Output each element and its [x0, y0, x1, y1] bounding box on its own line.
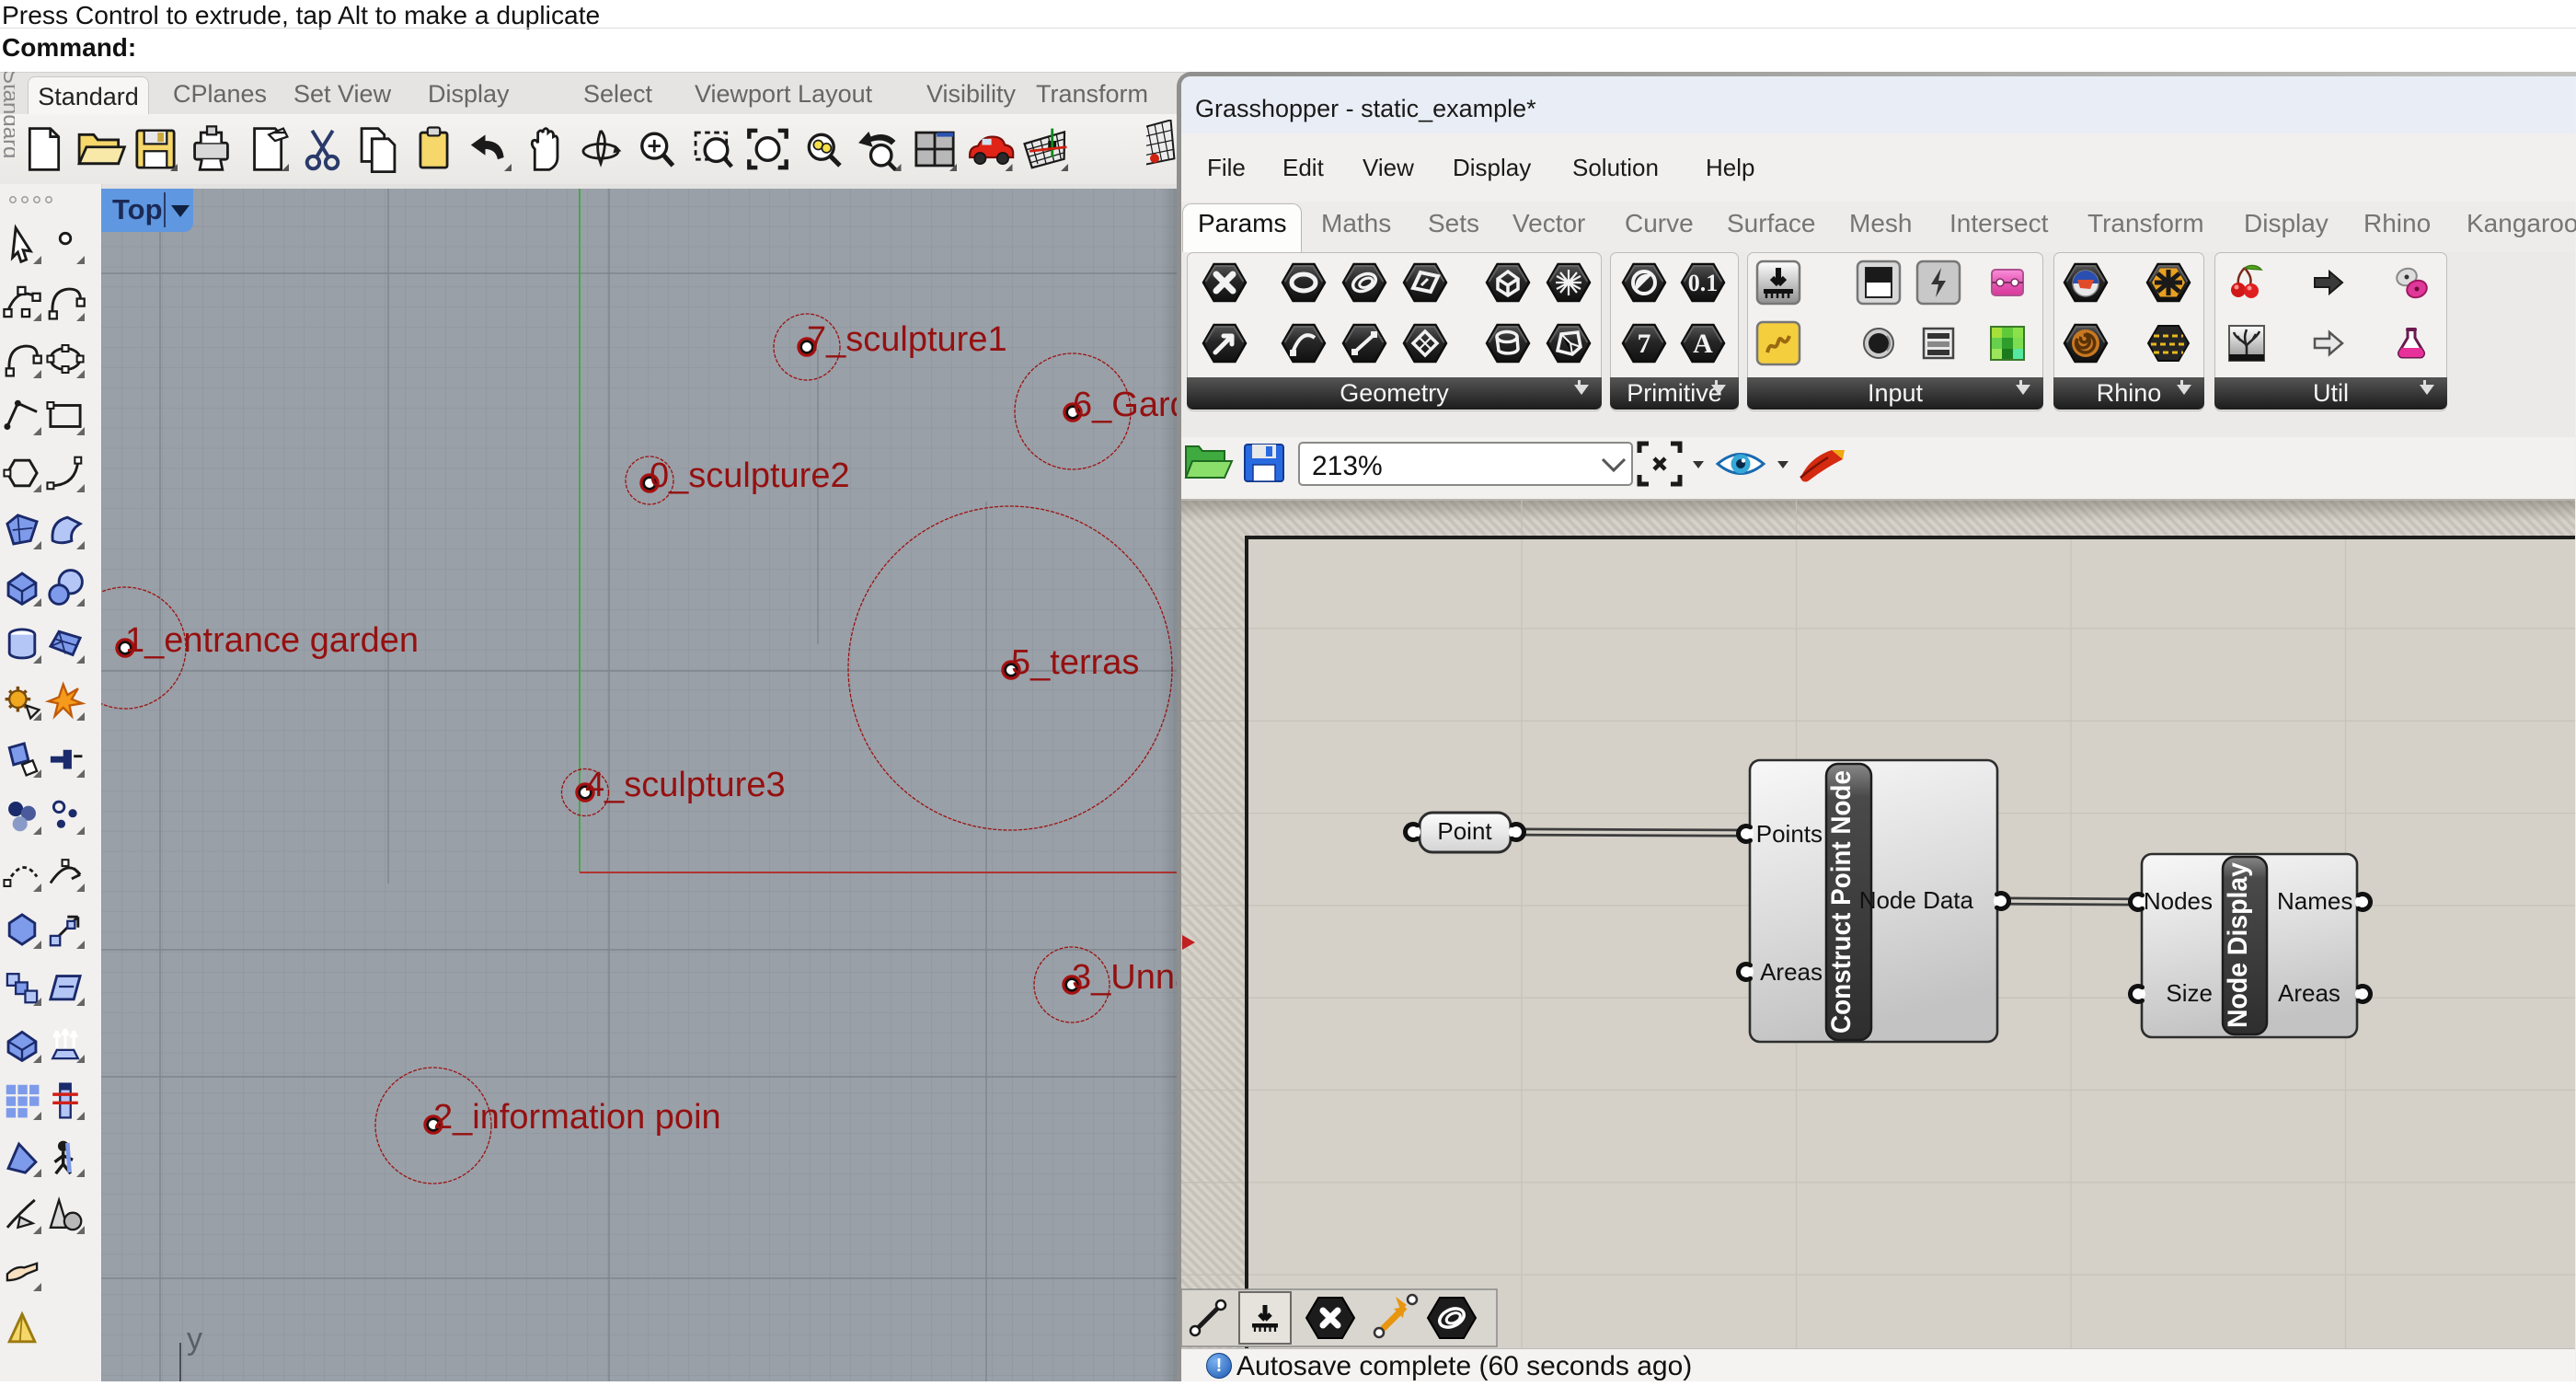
svg-text:1_entrance garden: 1_entrance garden: [125, 621, 419, 660]
svg-text:Nodes: Nodes: [2144, 887, 2213, 915]
svg-text:y: y: [187, 1322, 202, 1357]
svg-text:Names: Names: [2277, 887, 2352, 915]
svg-text:Construct Point Node: Construct Point Node: [1826, 770, 1857, 1034]
svg-text:5_terras: 5_terras: [1011, 643, 1139, 682]
svg-text:0_sculpture2: 0_sculpture2: [650, 456, 850, 495]
svg-text:Node Display: Node Display: [2223, 862, 2253, 1028]
svg-text:0.1: 0.1: [1688, 270, 1719, 296]
svg-text:Areas: Areas: [2278, 979, 2340, 1007]
svg-text:Size: Size: [2166, 979, 2213, 1007]
svg-text:Areas: Areas: [1760, 958, 1823, 986]
svg-text:Point: Point: [1437, 817, 1492, 845]
svg-text:213%: 213%: [1312, 451, 1383, 481]
svg-text:2_information poin: 2_information poin: [433, 1098, 721, 1137]
svg-text:Node Data: Node Data: [1859, 886, 1974, 914]
svg-text:7: 7: [1638, 329, 1651, 359]
svg-text:7_sculpture1: 7_sculpture1: [807, 320, 1007, 359]
svg-text:A: A: [1693, 329, 1713, 359]
svg-text:Points: Points: [1756, 820, 1823, 848]
svg-text:4_sculpture3: 4_sculpture3: [585, 766, 786, 804]
